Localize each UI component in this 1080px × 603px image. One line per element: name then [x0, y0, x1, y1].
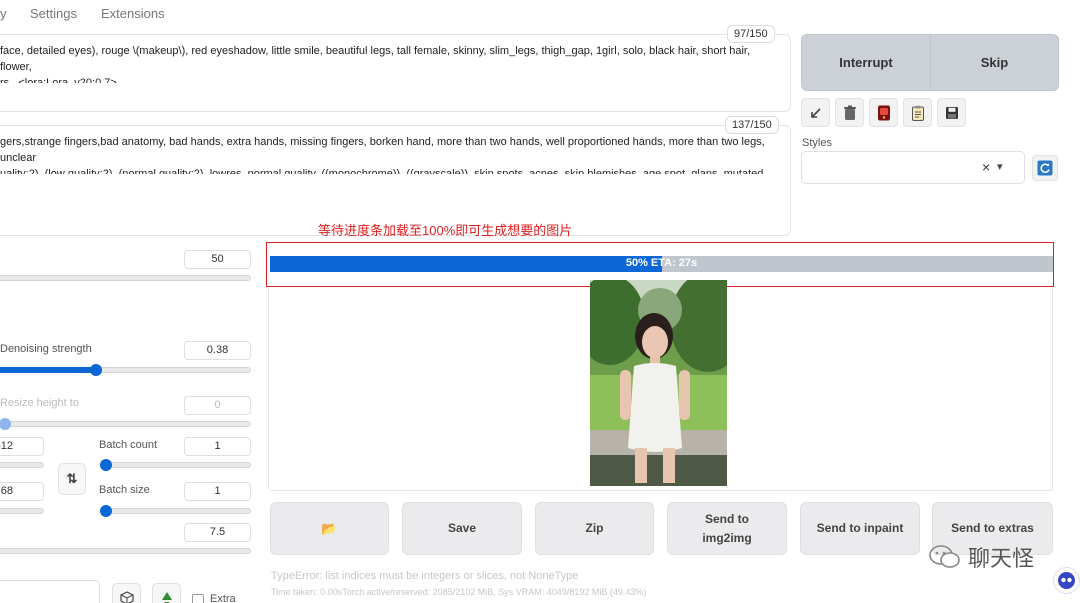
send-to-img2img-label-line1: Send to [705, 511, 749, 526]
send-to-img2img-button[interactable]: Send to img2img [667, 502, 787, 555]
clear-prompt-button[interactable] [835, 98, 864, 127]
save-style-button[interactable] [937, 98, 966, 127]
error-message: TypeError: list indices must be integers… [271, 570, 579, 582]
cfg-scale-input[interactable]: 7.5 [184, 523, 251, 542]
height-input[interactable]: 768 [0, 482, 44, 501]
seed-input[interactable] [0, 580, 100, 603]
reuse-seed-button[interactable] [152, 583, 181, 603]
clipboard-icon [911, 105, 924, 121]
zip-button[interactable]: Zip [535, 502, 654, 555]
sampling-steps-slider[interactable] [0, 275, 251, 281]
send-to-inpaint-button[interactable]: Send to inpaint [800, 502, 920, 555]
resize-height-thumb[interactable] [0, 418, 11, 430]
skip-button[interactable]: Skip [930, 34, 1059, 91]
denoising-strength-slider[interactable] [0, 367, 251, 373]
tab-partial-left[interactable]: y [0, 6, 7, 21]
extra-label: Extra [210, 593, 236, 603]
batch-size-thumb[interactable] [100, 505, 112, 517]
extra-checkbox[interactable] [192, 594, 204, 603]
annotation-text: 等待进度条加载至100%即可生成想要的图片 [318, 223, 573, 238]
batch-size-label: Batch size [99, 484, 150, 496]
denoising-strength-label: Denoising strength [0, 343, 92, 355]
generated-image[interactable] [590, 280, 727, 486]
denoising-strength-thumb[interactable] [90, 364, 102, 376]
dice-icon [119, 590, 134, 603]
read-params-button[interactable] [801, 98, 830, 127]
apply-style-button[interactable] [903, 98, 932, 127]
styles-clear-icon[interactable]: × [982, 159, 990, 175]
styles-dropdown[interactable]: × ▾ [801, 151, 1025, 184]
card-icon [877, 105, 890, 120]
cfg-scale-slider[interactable] [0, 548, 251, 554]
batch-count-label: Batch count [99, 439, 158, 451]
height-slider[interactable] [0, 508, 44, 514]
tab-settings[interactable]: Settings [30, 6, 77, 21]
extra-networks-button[interactable] [869, 98, 898, 127]
refresh-icon [1037, 160, 1053, 176]
generated-image-illustration [590, 280, 727, 486]
watermark: 聊天怪 [928, 542, 1034, 572]
tab-extensions[interactable]: Extensions [101, 6, 165, 21]
wechat-icon [929, 545, 960, 568]
width-slider[interactable] [0, 462, 44, 468]
assistant-icon[interactable] [1053, 567, 1080, 594]
batch-count-thumb[interactable] [100, 459, 112, 471]
trash-icon [843, 105, 856, 120]
send-to-img2img-label-line2: img2img [702, 530, 752, 545]
width-input[interactable]: 512 [0, 437, 44, 456]
swap-arrows-icon: ⇅ [66, 471, 78, 486]
sampling-steps-input[interactable]: 50 [184, 250, 251, 269]
watermark-text: 聊天怪 [968, 547, 1035, 572]
styles-chevron-down-icon[interactable]: ▾ [997, 160, 1003, 173]
arrow-icon [810, 107, 821, 118]
random-seed-button[interactable] [112, 583, 141, 603]
save-icon [945, 106, 958, 119]
negative-prompt-token-counter: 137/150 [725, 116, 779, 134]
batch-count-input[interactable]: 1 [184, 437, 251, 456]
prompt-token-counter: 97/150 [727, 25, 775, 43]
open-folder-button[interactable]: 📂 [270, 502, 389, 555]
folder-icon: 📂 [321, 521, 338, 536]
denoising-strength-input[interactable]: 0.38 [184, 341, 251, 360]
swap-dimensions-button[interactable]: ⇅ [58, 463, 86, 495]
batch-size-input[interactable]: 1 [184, 482, 251, 501]
progress-bar: 50% ETA: 27s [270, 256, 1053, 272]
face-icon [1058, 572, 1075, 589]
recycle-icon [161, 591, 172, 603]
batch-size-slider[interactable] [104, 508, 251, 514]
batch-count-slider[interactable] [104, 462, 251, 468]
resize-height-input[interactable]: 0 [184, 396, 251, 415]
resize-height-label: Resize height to [0, 397, 79, 409]
negative-prompt-text: gers,strange fingers,bad anatomy, bad ha… [0, 136, 765, 174]
interrupt-button[interactable]: Interrupt [801, 34, 931, 91]
time-taken-info: Time taken: 0.00sTorch active/reserved: … [271, 587, 647, 597]
progress-label: 50% ETA: 27s [625, 257, 698, 269]
resize-height-slider[interactable] [0, 421, 251, 427]
prompt-text: face, detailed eyes), rouge \(makeup\), … [0, 45, 751, 83]
refresh-styles-button[interactable] [1032, 155, 1058, 181]
styles-label: Styles [802, 137, 832, 149]
save-button[interactable]: Save [402, 502, 522, 555]
